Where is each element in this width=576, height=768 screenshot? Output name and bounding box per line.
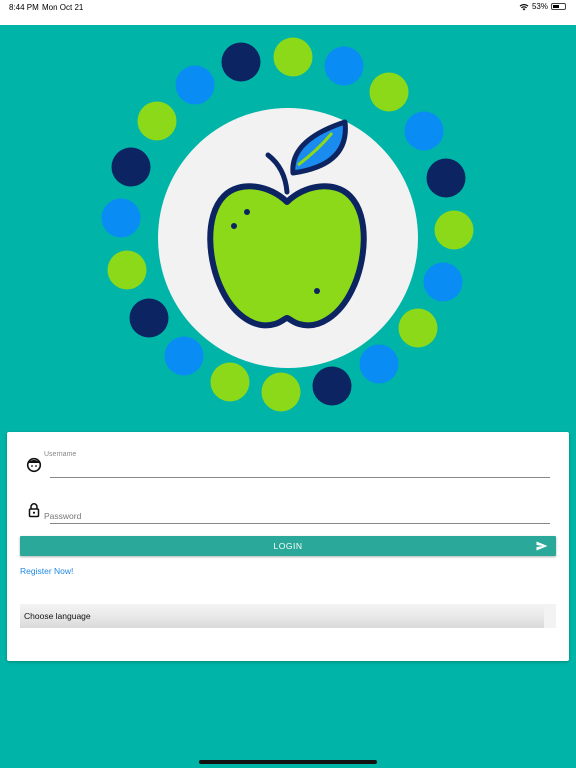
logo-dot <box>164 336 204 376</box>
apple-seed-dot <box>244 209 250 215</box>
battery-percent: 53% <box>531 2 548 11</box>
login-card: Username Password LOGIN Register Now! Ch… <box>7 432 569 661</box>
logo-dot <box>111 147 151 187</box>
language-select-scrollbar <box>544 604 556 628</box>
apple-logo <box>101 37 474 412</box>
status-date: Mon Oct 21 <box>42 3 84 12</box>
home-indicator[interactable] <box>199 760 377 764</box>
password-underline <box>50 523 550 524</box>
logo-dot <box>210 362 250 402</box>
logo-dot <box>312 366 352 406</box>
battery-icon <box>551 3 566 10</box>
logo-dot <box>434 210 474 250</box>
register-link[interactable]: Register Now! <box>20 566 73 576</box>
logo-area <box>0 25 576 430</box>
logo-dot <box>273 37 313 77</box>
logo-dot <box>369 72 409 112</box>
logo-dot <box>101 198 141 238</box>
status-indicators: 53% <box>519 2 566 11</box>
apple-seed-dot <box>231 223 237 229</box>
password-input[interactable]: Password <box>44 511 81 521</box>
logo-dot <box>107 250 147 290</box>
logo-dot <box>137 101 177 141</box>
logo-dot <box>221 42 261 82</box>
lock-icon <box>28 503 40 518</box>
logo-dot <box>129 298 169 338</box>
logo-dot <box>404 111 444 151</box>
login-button[interactable]: LOGIN <box>20 536 556 556</box>
send-icon <box>536 541 548 551</box>
login-button-label: LOGIN <box>273 541 303 551</box>
logo-dot <box>423 262 463 302</box>
username-label: Username <box>44 451 77 458</box>
battery-level <box>553 5 559 8</box>
status-time: 8:44 PM <box>9 3 39 12</box>
logo-dot <box>426 158 466 198</box>
logo-dot <box>261 372 301 412</box>
logo-dot <box>398 308 438 348</box>
apple-body <box>207 183 367 329</box>
wifi-icon <box>519 3 529 10</box>
logo-dot <box>324 46 364 86</box>
logo-dot <box>359 344 399 384</box>
apple-seed-dot <box>314 288 320 294</box>
user-face-icon <box>26 457 42 473</box>
logo-dot <box>175 65 215 105</box>
language-select[interactable]: Choose language <box>20 604 544 628</box>
status-bar: 8:44 PM Mon Oct 21 53% <box>0 0 576 25</box>
username-input[interactable] <box>50 477 550 478</box>
